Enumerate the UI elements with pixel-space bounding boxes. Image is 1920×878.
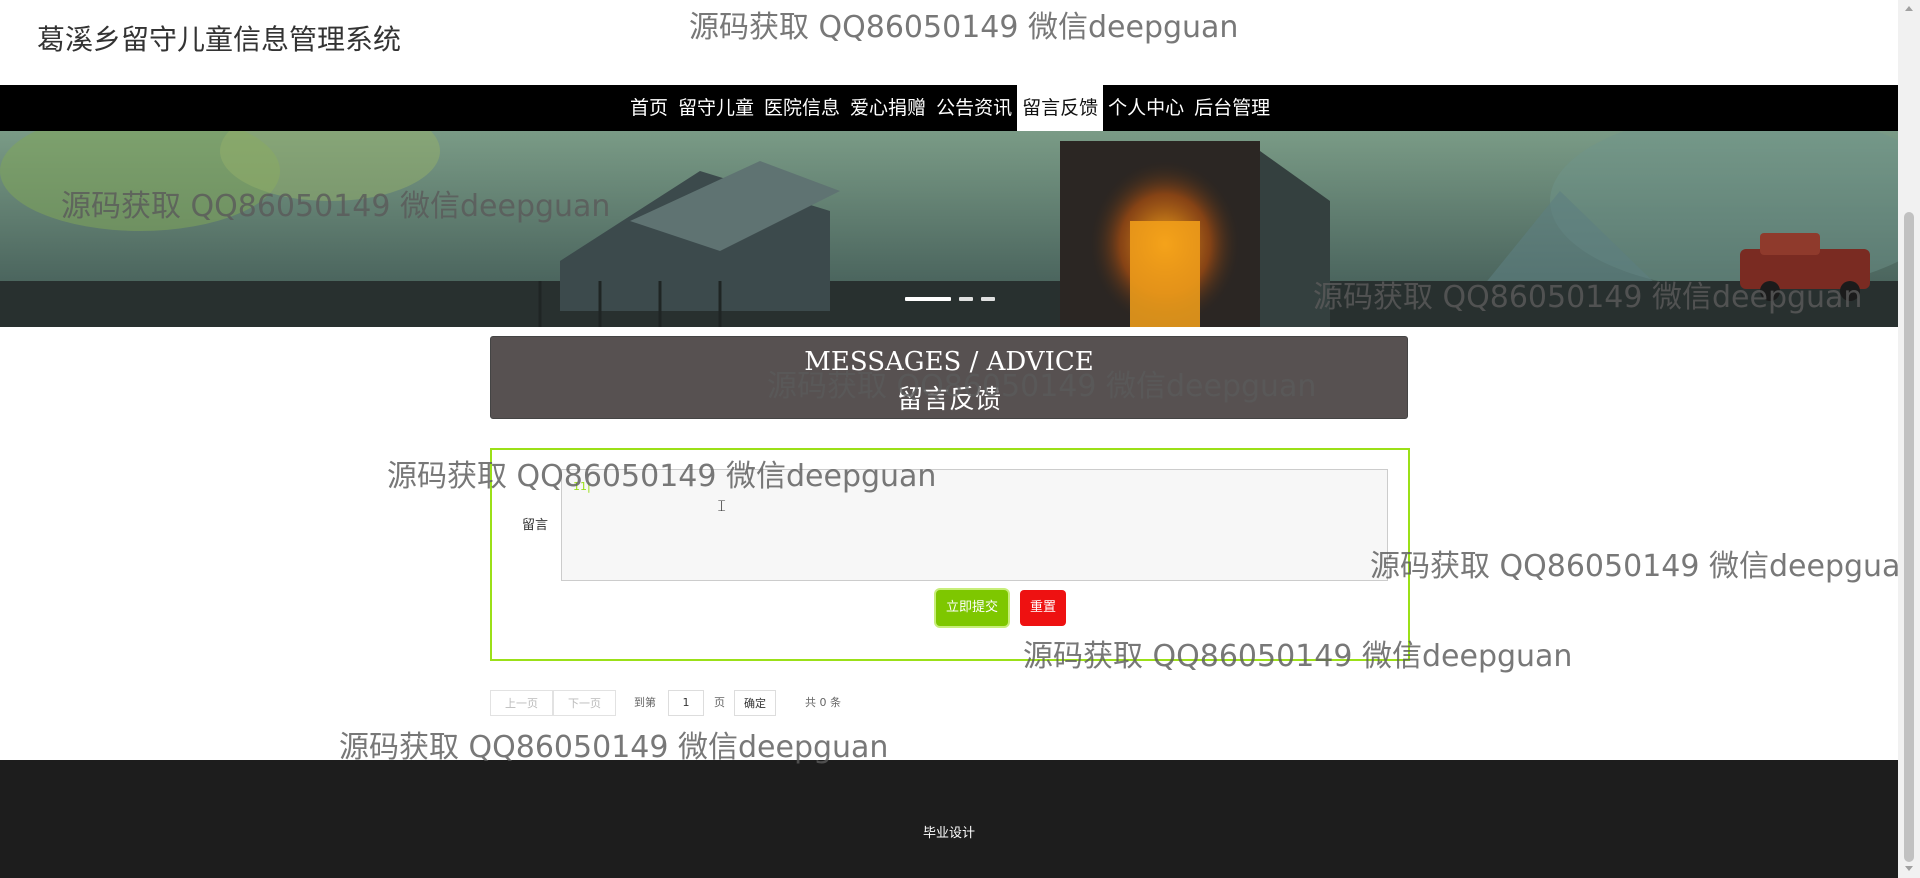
carousel-dot-2[interactable]: [959, 297, 973, 301]
carousel-indicators: [905, 297, 995, 301]
page-confirm-button[interactable]: 确定: [734, 690, 776, 716]
prev-page-button[interactable]: 上一页: [490, 690, 553, 716]
scroll-up-arrow-icon[interactable]: [1905, 6, 1913, 11]
section-title-cn: 留言反馈: [896, 385, 1001, 415]
page: 葛溪乡留守儿童信息管理系统 首页 留守儿童 医院信息 爱心捐赠 公告资讯 留言反…: [0, 0, 1898, 878]
nav-item-children[interactable]: 留守儿童: [673, 85, 759, 131]
main-nav: 首页 留守儿童 医院信息 爱心捐赠 公告资讯 留言反馈 个人中心 后台管理: [0, 85, 1898, 131]
nav-item-home[interactable]: 首页: [625, 85, 673, 131]
message-label: 留言: [522, 518, 549, 533]
nav-item-news[interactable]: 公告资讯: [931, 85, 1017, 131]
goto-label: 到第: [634, 696, 656, 709]
page-unit-label: 页: [714, 696, 725, 709]
section-title-box: MESSAGES / ADVICE 留言反馈: [490, 336, 1408, 419]
nav-item-hospital[interactable]: 医院信息: [759, 85, 845, 131]
footer-text: 毕业设计: [922, 826, 975, 841]
submit-button[interactable]: 立即提交: [936, 590, 1008, 626]
nav-item-profile[interactable]: 个人中心: [1103, 85, 1189, 131]
section-title-en: MESSAGES / ADVICE: [804, 347, 1094, 377]
nav-item-donation[interactable]: 爱心捐赠: [845, 85, 931, 131]
nav-menu: 首页 留守儿童 医院信息 爱心捐赠 公告资讯 留言反馈 个人中心 后台管理: [625, 85, 1275, 131]
message-textarea[interactable]: [561, 469, 1388, 581]
scrollbar-thumb[interactable]: [1904, 212, 1914, 862]
carousel-dot-3[interactable]: [981, 297, 995, 301]
vertical-scrollbar[interactable]: [1898, 0, 1920, 878]
page-number-input[interactable]: [668, 690, 704, 716]
site-title: 葛溪乡留守儿童信息管理系统: [37, 23, 402, 56]
reset-button[interactable]: 重置: [1020, 590, 1066, 626]
total-count: 共 0 条: [805, 696, 841, 709]
site-header: 葛溪乡留守儿童信息管理系统: [0, 0, 1898, 85]
scroll-down-arrow-icon[interactable]: [1905, 866, 1913, 871]
site-footer: 毕业设计: [0, 760, 1898, 878]
next-page-button[interactable]: 下一页: [553, 690, 616, 716]
carousel-dot-1[interactable]: [905, 297, 951, 301]
text-cursor-icon: 𝙸: [716, 496, 728, 515]
watermark: 源码获取 QQ86050149 微信deepguan: [1370, 549, 1898, 584]
text-caret-marker: 11|: [573, 480, 591, 493]
nav-item-admin[interactable]: 后台管理: [1189, 85, 1275, 131]
nav-item-feedback[interactable]: 留言反馈: [1017, 85, 1104, 131]
